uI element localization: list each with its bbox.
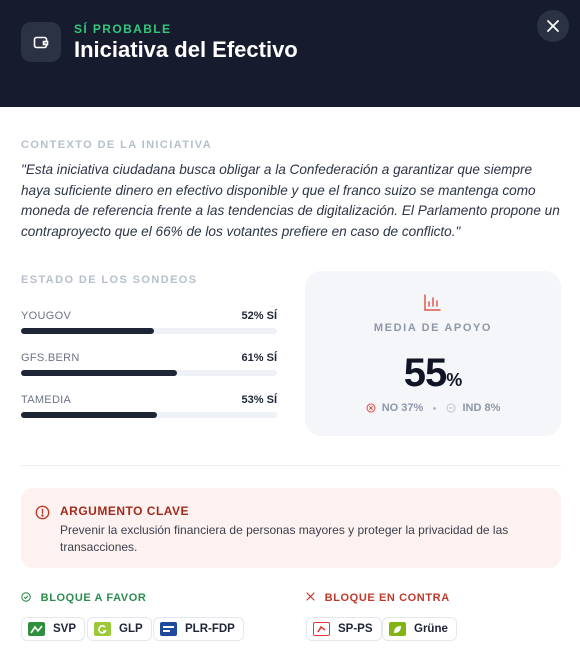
party-name: PLR-FDP [185, 623, 235, 635]
poll-bar-track [21, 412, 277, 418]
poll-value: 53% SÍ [241, 394, 277, 406]
party-chip-grune[interactable]: Grüne [382, 617, 457, 641]
close-icon [547, 20, 559, 32]
poll-name: TAMEDIA [21, 394, 72, 406]
support-number: 55 [403, 351, 447, 395]
party-name: SP-PS [338, 623, 373, 635]
party-chip-svp[interactable]: SVP [21, 617, 86, 641]
undecided-icon [446, 402, 462, 414]
wallet-icon [21, 22, 61, 62]
support-unit: % [446, 370, 463, 390]
no-icon [366, 402, 382, 414]
no-percentage: NO 37% [381, 402, 424, 415]
argument-title: ARGUMENTO CLAVE [60, 504, 190, 518]
check-circle-icon [21, 592, 35, 604]
support-value: 55% [305, 351, 561, 396]
party-name: GLP [119, 623, 143, 635]
poll-bar-track [21, 370, 277, 376]
poll-name: GFS.BERN [21, 352, 80, 364]
bloc-against-title: BLOQUE EN CONTRA [306, 592, 450, 604]
grune-logo-icon [389, 622, 406, 636]
poll-value: 52% SÍ [241, 310, 277, 322]
bloc-against-label: BLOQUE EN CONTRA [324, 592, 450, 604]
alert-circle-icon [35, 505, 50, 525]
party-chip-sp-ps[interactable]: SP-PS [306, 617, 382, 641]
poll-bar-fill [21, 412, 157, 418]
context-label: CONTEXTO DE LA INICIATIVA [21, 139, 213, 151]
party-chip-plr-fdp[interactable]: PLR-FDP [153, 617, 244, 641]
support-breakdown: NO 37% IND 8% [305, 402, 561, 414]
bar-chart-icon [422, 293, 442, 318]
party-name: Grüne [414, 623, 448, 635]
argument-text: Prevenir la exclusión financiera de pers… [60, 523, 509, 554]
bloc-for-label: BLOQUE A FAVOR [40, 592, 147, 604]
modal-header: SÍ PROBABLE Iniciativa del Efectivo [0, 0, 580, 107]
polls-label: ESTADO DE LOS SONDEOS [21, 274, 198, 286]
sp-ps-logo-icon [313, 622, 330, 636]
party-name: SVP [53, 623, 77, 635]
x-icon [306, 592, 319, 604]
key-argument-card: ARGUMENTO CLAVE Prevenir la exclusión fi… [21, 488, 561, 568]
party-chip-glp[interactable]: GLP [87, 617, 152, 641]
close-button[interactable] [537, 10, 569, 42]
poll-bar-fill [21, 328, 155, 334]
svp-logo-icon [28, 622, 45, 636]
context-text: "Esta iniciativa ciudadana busca obligar… [21, 162, 560, 239]
glp-logo-icon [94, 622, 111, 636]
support-label: MEDIA DE APOYO [373, 322, 493, 334]
page-title: Iniciativa del Efectivo [74, 37, 298, 62]
poll-name: YOUGOV [21, 310, 72, 322]
poll-bar-track [21, 328, 277, 334]
plr-fdp-logo-icon [160, 622, 177, 636]
undecided-percentage: IND 8% [462, 402, 501, 415]
section-divider [21, 465, 561, 466]
support-card: MEDIA DE APOYO 55% NO 37% IND 8% [305, 271, 561, 436]
status-kicker: SÍ PROBABLE [74, 22, 172, 36]
poll-bar-fill [21, 370, 178, 376]
separator-dot [433, 406, 437, 410]
bloc-for-title: BLOQUE A FAVOR [21, 592, 146, 604]
poll-value: 61% SÍ [241, 352, 277, 364]
